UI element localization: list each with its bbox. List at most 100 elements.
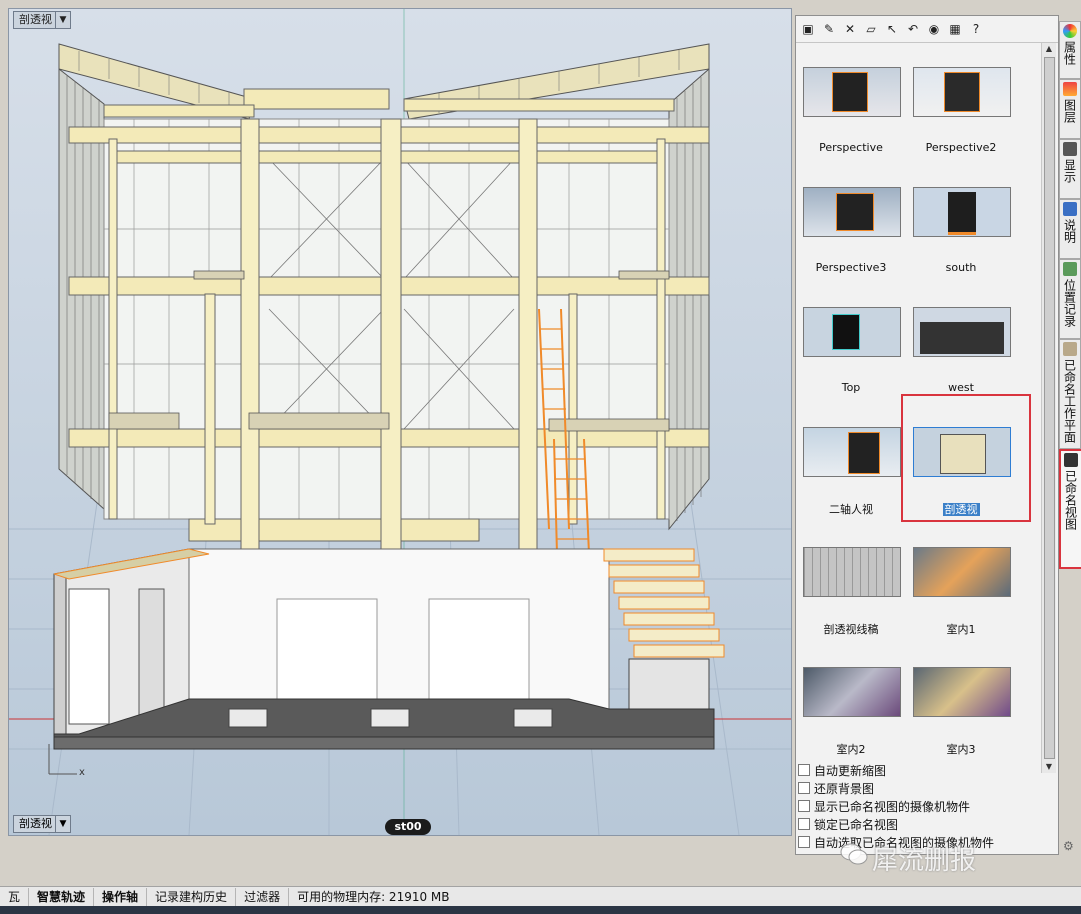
film-icon[interactable]: ▦ — [946, 20, 964, 38]
named-view-item[interactable]: Top — [796, 283, 906, 401]
tab-label: 图层 — [1062, 99, 1077, 123]
named-view-item[interactable]: Perspective2 — [906, 43, 1016, 161]
undo-icon[interactable]: ↶ — [904, 20, 922, 38]
thumbnail-image — [803, 667, 901, 717]
named-view-item[interactable]: Perspective — [796, 43, 906, 161]
named-view-item[interactable]: 室内3 — [906, 643, 1016, 761]
tab-named-cplanes[interactable]: 已命名工作平面 — [1059, 339, 1081, 449]
tab-location-record[interactable]: 位置记录 — [1059, 259, 1081, 339]
tab-label: 位置记录 — [1062, 279, 1077, 327]
tab-help[interactable]: 说明 — [1059, 199, 1081, 259]
named-view-label: 室内2 — [836, 743, 866, 756]
option-auto-update-thumbnails[interactable]: 自动更新缩图 — [798, 761, 1053, 779]
named-view-label: 室内1 — [946, 623, 976, 636]
scrollbar-thumb[interactable] — [1044, 57, 1055, 759]
thumbnail-image — [913, 307, 1011, 357]
named-view-item[interactable]: 剖透视线稿 — [796, 523, 906, 641]
thumbnail-image — [803, 307, 901, 357]
named-view-label: Perspective — [819, 141, 883, 154]
tab-label: 显示 — [1062, 159, 1077, 183]
camera-icon — [1064, 453, 1078, 467]
named-view-label: Top — [841, 381, 861, 394]
location-icon — [1063, 262, 1077, 276]
tab-label: 已命名视图 — [1063, 470, 1078, 530]
named-view-label: Perspective2 — [925, 141, 997, 154]
status-smarttrack[interactable]: 智慧轨迹 — [29, 888, 95, 906]
status-bar: 瓦 智慧轨迹 操作轴 记录建构历史 过滤器 可用的物理内存: 21910 MB — [0, 886, 1081, 907]
selection-highlight-frame — [901, 394, 1031, 522]
named-view-label: 室内3 — [946, 743, 976, 756]
named-view-label: 二轴人视 — [829, 503, 873, 516]
chat-bubble-icon — [840, 843, 868, 865]
named-view-item[interactable]: 二轴人视 — [796, 403, 906, 521]
help-icon — [1063, 202, 1077, 216]
checkbox[interactable] — [798, 782, 810, 794]
thumbnails-scrollbar[interactable]: ▲ ▼ — [1041, 43, 1056, 773]
named-view-item[interactable]: south — [906, 163, 1016, 281]
checkbox[interactable] — [798, 764, 810, 776]
named-view-item[interactable]: Perspective3 — [796, 163, 906, 281]
named-view-label: south — [945, 261, 977, 274]
option-label: 自动更新缩图 — [814, 763, 887, 778]
status-gumball[interactable]: 操作轴 — [94, 888, 148, 906]
option-label: 锁定已命名视图 — [814, 817, 899, 832]
thumbnail-image — [803, 67, 901, 117]
settings-icon[interactable]: ⚙ — [1063, 839, 1074, 853]
option-restore-background[interactable]: 还原背景图 — [798, 779, 1053, 797]
named-view-item[interactable]: 室内2 — [796, 643, 906, 761]
display-icon — [1063, 142, 1077, 156]
named-views-toolbar: ▣ ✎ ✕ ▱ ↖ ↶ ◉ ▦ ? — [796, 16, 1058, 43]
thumbnail-image — [913, 547, 1011, 597]
edit-icon[interactable]: ✎ — [820, 20, 838, 38]
save-icon[interactable]: ▣ — [799, 20, 817, 38]
status-item[interactable]: 瓦 — [0, 888, 30, 906]
thumbnail-image — [913, 67, 1011, 117]
status-memory: 可用的物理内存: 21910 MB — [297, 890, 450, 904]
axis-x-label: x — [79, 767, 85, 778]
checkbox[interactable] — [798, 800, 810, 812]
status-record-history[interactable]: 记录建构历史 — [147, 888, 237, 906]
cplane-icon — [1063, 342, 1077, 356]
option-label: 显示已命名视图的摄像机物件 — [814, 799, 971, 814]
named-view-label: 剖透视线稿 — [823, 623, 879, 636]
named-view-label: Perspective3 — [815, 261, 887, 274]
tab-layers[interactable]: 图层 — [1059, 79, 1081, 139]
eye-icon[interactable]: ◉ — [925, 20, 943, 38]
status-filter[interactable]: 过滤器 — [236, 888, 290, 906]
thumbnail-image — [913, 187, 1011, 237]
thumbnail-image — [803, 187, 901, 237]
viewport-bottom-tab-label: 剖透视 — [19, 817, 52, 830]
checkbox[interactable] — [798, 836, 810, 848]
properties-icon — [1063, 24, 1077, 38]
thumbnail-image — [803, 547, 901, 597]
checkbox[interactable] — [798, 818, 810, 830]
named-view-item[interactable]: 室内1 — [906, 523, 1016, 641]
tab-label: 说明 — [1062, 219, 1077, 243]
option-show-camera-objects[interactable]: 显示已命名视图的摄像机物件 — [798, 797, 1053, 815]
named-view-label: west — [948, 381, 974, 394]
tab-named-views[interactable]: 已命名视图 — [1059, 449, 1081, 569]
thumbnail-image — [913, 667, 1011, 717]
tab-label: 已命名工作平面 — [1062, 359, 1077, 443]
viewport-bottom-tab[interactable]: 剖透视 ▼ — [13, 815, 71, 833]
layers-icon — [1063, 82, 1077, 96]
option-lock-named-views[interactable]: 锁定已命名视图 — [798, 815, 1053, 833]
viewport-badge: st00 — [385, 819, 431, 835]
named-view-item[interactable]: west — [906, 283, 1016, 401]
building-section-model — [9, 9, 791, 835]
tab-properties[interactable]: 属性 — [1059, 21, 1081, 79]
os-taskbar — [0, 906, 1081, 914]
tab-label: 属性 — [1062, 41, 1077, 65]
perspective-viewport[interactable]: 剖透视 ▼ x 剖透视 ▼ st00 — [8, 8, 792, 836]
help-icon[interactable]: ? — [967, 20, 985, 38]
named-views-options: 自动更新缩图 还原背景图 显示已命名视图的摄像机物件 锁定已命名视图 自动选取已… — [798, 761, 1053, 851]
restore-icon[interactable]: ↖ — [883, 20, 901, 38]
panel-tabs: 属性 图层 显示 说明 位置记录 已命名工作平面 已命名视图 ⚙ — [1058, 15, 1081, 875]
scroll-up-icon[interactable]: ▲ — [1042, 43, 1056, 55]
option-label: 还原背景图 — [814, 781, 875, 796]
chevron-down-icon[interactable]: ▼ — [55, 816, 70, 832]
thumbnail-image — [803, 427, 901, 477]
tab-display[interactable]: 显示 — [1059, 139, 1081, 199]
folder-open-icon[interactable]: ▱ — [862, 20, 880, 38]
delete-icon[interactable]: ✕ — [841, 20, 859, 38]
